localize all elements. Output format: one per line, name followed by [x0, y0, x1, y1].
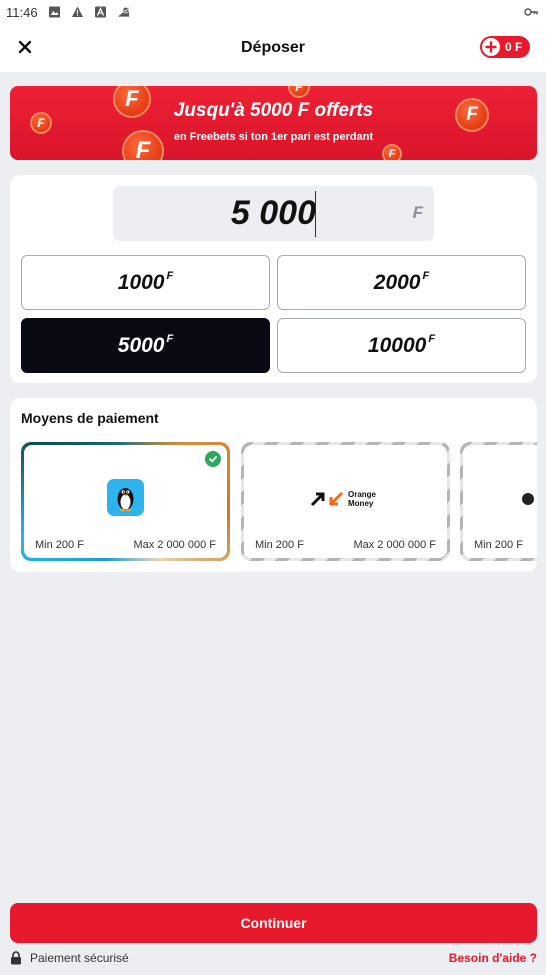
preset-unit: F: [422, 269, 430, 282]
footer: Paiement sécurisé Besoin d'aide ?: [10, 949, 537, 967]
continue-button[interactable]: Continuer: [10, 903, 537, 943]
balance-amount: 0 F: [505, 40, 523, 54]
plus-icon: [482, 38, 500, 56]
secure-payment: Paiement sécurisé: [10, 951, 129, 965]
method-max: Max 2 000 000 F: [353, 539, 436, 551]
status-icons: [48, 6, 130, 18]
payment-methods-card: Moyens de paiement Min 200 F Max 2 000 0…: [10, 398, 537, 572]
close-icon: [18, 40, 32, 54]
amount-value: 5 000: [230, 194, 316, 232]
payment-method-orange-money[interactable]: Orange Money Min 200 F Max 2 000 000 F: [241, 442, 450, 561]
key-icon: [524, 8, 538, 16]
method-min: Min 200 F: [35, 539, 84, 551]
text-caret: [315, 191, 316, 237]
orange-money-arrows-icon: [310, 491, 344, 507]
preset-10000-button[interactable]: 10000 F: [277, 318, 526, 373]
preset-value: 2000: [373, 270, 421, 294]
method-max: Max 2 000 000 F: [133, 539, 216, 551]
preset-value: 10000: [367, 333, 427, 357]
coin-icon: F: [382, 144, 402, 160]
preset-value: 1000: [117, 270, 165, 294]
preset-unit: F: [428, 332, 436, 345]
promo-subtitle: en Freebets si ton 1er pari est perdant: [173, 131, 374, 143]
promo-banner[interactable]: F F F F F F Jusqu'à 5000 F offerts en Fr…: [10, 86, 537, 160]
lock-icon: [11, 951, 21, 965]
preset-1000-button[interactable]: 1000 F: [21, 255, 270, 310]
secure-payment-label: Paiement sécurisé: [30, 951, 129, 965]
payment-methods-title: Moyens de paiement: [21, 410, 159, 426]
page-title: Déposer: [240, 39, 306, 56]
help-link[interactable]: Besoin d'aide ?: [449, 951, 537, 965]
penguin-icon: [117, 488, 134, 512]
payment-method-third[interactable]: Min 200 F: [460, 442, 537, 561]
preset-value: 5000: [117, 333, 165, 357]
orange-money-label-1: Orange: [348, 490, 377, 499]
method-min: Min 200 F: [255, 539, 304, 551]
orange-money-logo: Orange Money: [310, 490, 376, 508]
warning-icon: [71, 6, 83, 17]
third-method-logo: [522, 493, 534, 505]
preset-2000-button[interactable]: 2000 F: [277, 255, 526, 310]
header-bar: Déposer 0 F: [0, 24, 546, 72]
amount-input[interactable]: 5 000 F: [113, 186, 434, 241]
selected-check-icon: [205, 451, 221, 467]
amount-card: 5 000 F 1000 F 2000 F 5000 F 10000 F: [10, 175, 537, 383]
penguin-logo: [107, 479, 144, 516]
image-icon: [48, 6, 60, 18]
method-min: Min 200 F: [474, 539, 523, 551]
font-icon: [94, 6, 106, 18]
close-button[interactable]: [14, 36, 36, 58]
coin-icon: F: [288, 86, 310, 98]
signal-check-icon: [117, 6, 129, 17]
orange-money-label-2: Money: [348, 499, 374, 508]
balance-button[interactable]: 0 F: [480, 36, 530, 58]
status-bar: 11:46: [0, 0, 546, 24]
preset-5000-button[interactable]: 5000 F: [21, 318, 270, 373]
amount-currency: F: [412, 203, 423, 222]
preset-unit: F: [166, 269, 174, 282]
promo-title: Jusqu'à 5000 F offerts: [173, 100, 374, 121]
status-time: 11:46: [6, 4, 38, 20]
preset-unit: F: [166, 332, 174, 345]
payment-method-penguin[interactable]: Min 200 F Max 2 000 000 F: [21, 442, 230, 561]
